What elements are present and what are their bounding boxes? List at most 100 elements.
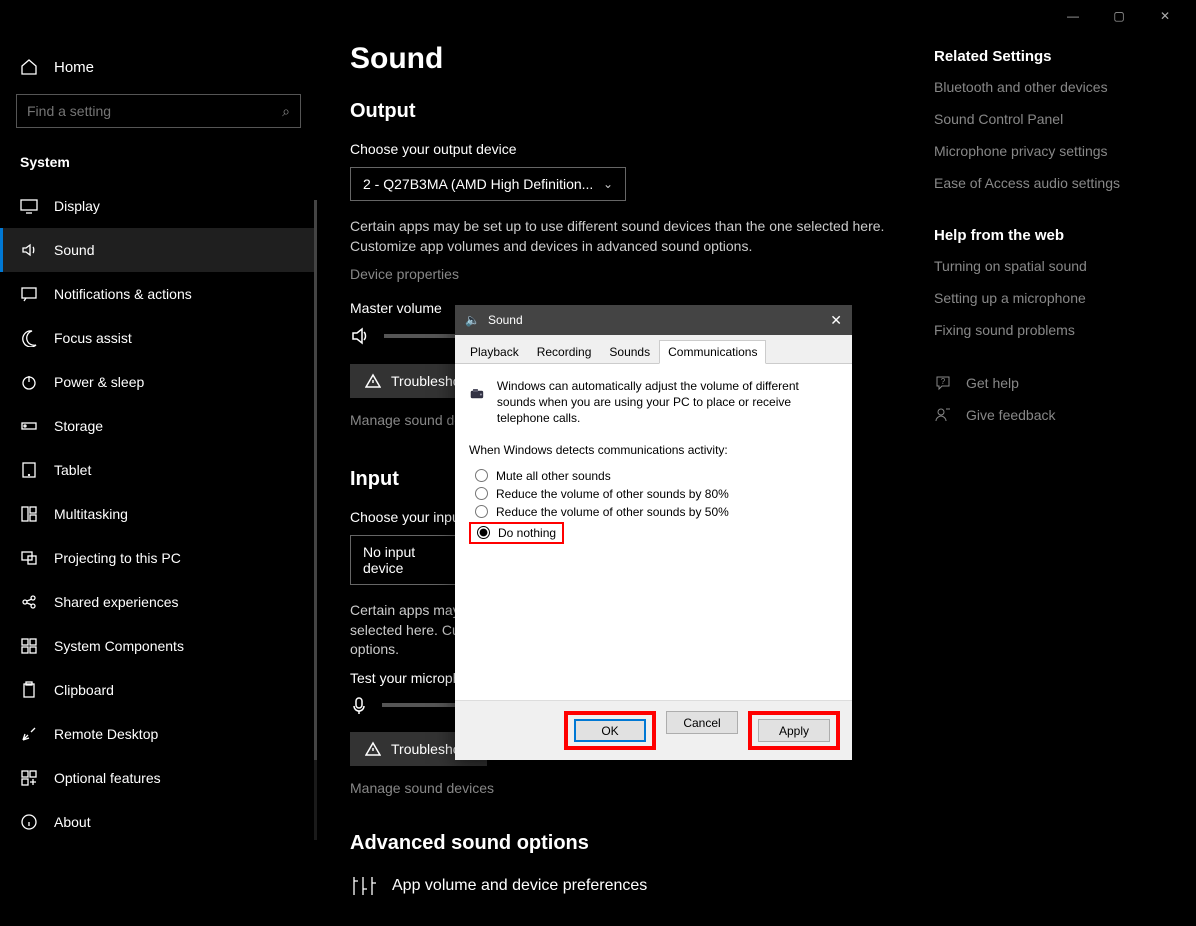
help-link-fix-sound[interactable]: Fixing sound problems <box>934 322 1164 338</box>
radio-label: Reduce the volume of other sounds by 80% <box>496 487 729 501</box>
app-volume-item[interactable]: App volume and device preferences <box>350 873 894 899</box>
tab-communications[interactable]: Communications <box>659 340 766 364</box>
search-input[interactable] <box>27 103 282 119</box>
notification-icon <box>20 285 38 303</box>
nav-label: Sound <box>54 242 94 258</box>
display-icon <box>20 197 38 215</box>
apply-highlight: Apply <box>748 711 840 750</box>
project-icon <box>20 549 38 567</box>
chevron-down-icon: ⌄ <box>603 177 613 191</box>
info-icon <box>20 813 38 831</box>
help-link-spatial[interactable]: Turning on spatial sound <box>934 258 1164 274</box>
help-link-mic-setup[interactable]: Setting up a microphone <box>934 290 1164 306</box>
moon-icon <box>20 329 38 347</box>
nav-remote-desktop[interactable]: Remote Desktop <box>0 712 317 756</box>
feedback-link[interactable]: Give feedback <box>934 406 1164 424</box>
radio-reduce-50[interactable]: Reduce the volume of other sounds by 50% <box>469 503 838 521</box>
related-heading: Related Settings <box>934 48 1164 65</box>
components-icon <box>20 637 38 655</box>
input-device-value: No input device <box>363 544 452 576</box>
output-heading: Output <box>350 100 894 123</box>
nav-clipboard[interactable]: Clipboard <box>0 668 317 712</box>
manage-input-link[interactable]: Manage sound devices <box>350 780 894 796</box>
multitasking-icon <box>20 505 38 523</box>
related-link-ease-access[interactable]: Ease of Access audio settings <box>934 175 1164 191</box>
speaker-small-icon: 🔈 <box>465 313 480 327</box>
dialog-close-button[interactable]: ✕ <box>830 312 842 329</box>
ok-button[interactable]: OK <box>574 719 646 742</box>
nav-label: System Components <box>54 638 184 654</box>
sliders-icon <box>350 873 376 899</box>
output-desc: Certain apps may be set up to use differ… <box>350 217 894 256</box>
feedback-label: Give feedback <box>966 407 1056 423</box>
dialog-title-text: Sound <box>488 313 523 327</box>
device-properties-link[interactable]: Device properties <box>350 266 894 282</box>
nav-notifications[interactable]: Notifications & actions <box>0 272 317 316</box>
close-button[interactable]: ✕ <box>1142 0 1188 32</box>
nav-optional-features[interactable]: Optional features <box>0 756 317 800</box>
power-icon <box>20 373 38 391</box>
nav-shared-experiences[interactable]: Shared experiences <box>0 580 317 624</box>
nav-sound[interactable]: Sound <box>0 228 317 272</box>
share-icon <box>20 593 38 611</box>
nav-label: Remote Desktop <box>54 726 158 742</box>
nav-system-components[interactable]: System Components <box>0 624 317 668</box>
nav-tablet[interactable]: Tablet <box>0 448 317 492</box>
nav-label: Focus assist <box>54 330 132 346</box>
apply-button[interactable]: Apply <box>758 719 830 742</box>
nav-power-sleep[interactable]: Power & sleep <box>0 360 317 404</box>
nav-label: Shared experiences <box>54 594 179 610</box>
feedback-icon <box>934 406 952 424</box>
nav-about[interactable]: About <box>0 800 317 844</box>
dialog-titlebar[interactable]: 🔈 Sound ✕ <box>455 305 852 335</box>
tab-sounds[interactable]: Sounds <box>600 340 659 364</box>
page-title: Sound <box>350 42 894 76</box>
group-system: System <box>0 144 317 184</box>
output-device-dropdown[interactable]: 2 - Q27B3MA (AMD High Definition... ⌄ <box>350 167 626 201</box>
help-icon: ? <box>934 374 952 392</box>
dialog-button-row: OK Cancel Apply <box>455 700 852 760</box>
clipboard-icon <box>20 681 38 699</box>
remote-icon <box>20 725 38 743</box>
radio-reduce-80[interactable]: Reduce the volume of other sounds by 80% <box>469 485 838 503</box>
minimize-button[interactable]: — <box>1050 0 1096 32</box>
volume-slider[interactable] <box>384 334 464 338</box>
nav-focus-assist[interactable]: Focus assist <box>0 316 317 360</box>
help-heading: Help from the web <box>934 227 1164 244</box>
get-help-link[interactable]: ? Get help <box>934 374 1164 392</box>
output-choose-label: Choose your output device <box>350 141 894 157</box>
search-box[interactable]: ⌕ <box>16 94 301 128</box>
nav-multitasking[interactable]: Multitasking <box>0 492 317 536</box>
cancel-button[interactable]: Cancel <box>666 711 738 734</box>
sidebar: Home ⌕ System Display Sound Notification… <box>0 0 318 926</box>
sidebar-scroll-thumb[interactable] <box>314 200 317 760</box>
home-icon <box>20 58 38 76</box>
dialog-info-text: Windows can automatically adjust the vol… <box>497 378 838 427</box>
radio-mute-all[interactable]: Mute all other sounds <box>469 467 838 485</box>
nav-storage[interactable]: Storage <box>0 404 317 448</box>
dialog-prompt: When Windows detects communications acti… <box>469 443 838 457</box>
get-help-label: Get help <box>966 375 1019 391</box>
nav-projecting[interactable]: Projecting to this PC <box>0 536 317 580</box>
home-nav[interactable]: Home <box>0 48 317 86</box>
mic-level <box>382 703 462 707</box>
tab-playback[interactable]: Playback <box>461 340 528 364</box>
tab-recording[interactable]: Recording <box>528 340 601 364</box>
nav-label: Multitasking <box>54 506 128 522</box>
sound-icon <box>20 241 38 259</box>
dialog-tabs: Playback Recording Sounds Communications <box>455 335 852 364</box>
radio-label: Do nothing <box>498 526 556 540</box>
radio-do-nothing[interactable]: Do nothing <box>469 522 564 544</box>
ok-highlight: OK <box>564 711 656 750</box>
related-link-mic-privacy[interactable]: Microphone privacy settings <box>934 143 1164 159</box>
nav-display[interactable]: Display <box>0 184 317 228</box>
search-icon: ⌕ <box>282 103 290 120</box>
sound-dialog: 🔈 Sound ✕ Playback Recording Sounds Comm… <box>455 305 852 760</box>
nav-label: Notifications & actions <box>54 286 192 302</box>
maximize-button[interactable]: ▢ <box>1096 0 1142 32</box>
features-icon <box>20 769 38 787</box>
input-device-dropdown[interactable]: No input device <box>350 535 465 585</box>
related-link-sound-panel[interactable]: Sound Control Panel <box>934 111 1164 127</box>
related-link-bluetooth[interactable]: Bluetooth and other devices <box>934 79 1164 95</box>
radio-label: Reduce the volume of other sounds by 50% <box>496 505 729 519</box>
